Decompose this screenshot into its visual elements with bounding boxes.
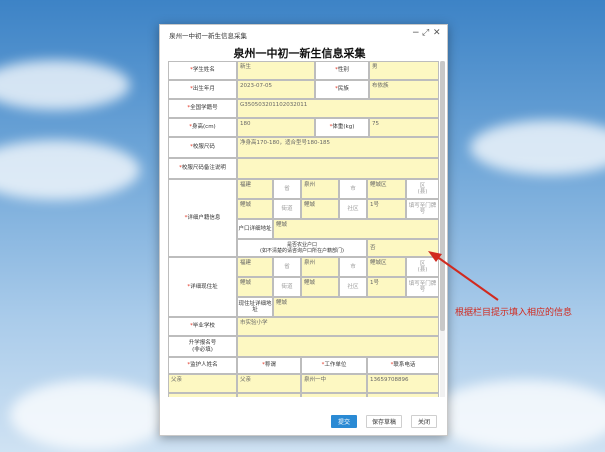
annotation-text: 根据栏目提示填入相应的信息 [455, 308, 573, 318]
annotation-arrow-icon [428, 251, 499, 301]
